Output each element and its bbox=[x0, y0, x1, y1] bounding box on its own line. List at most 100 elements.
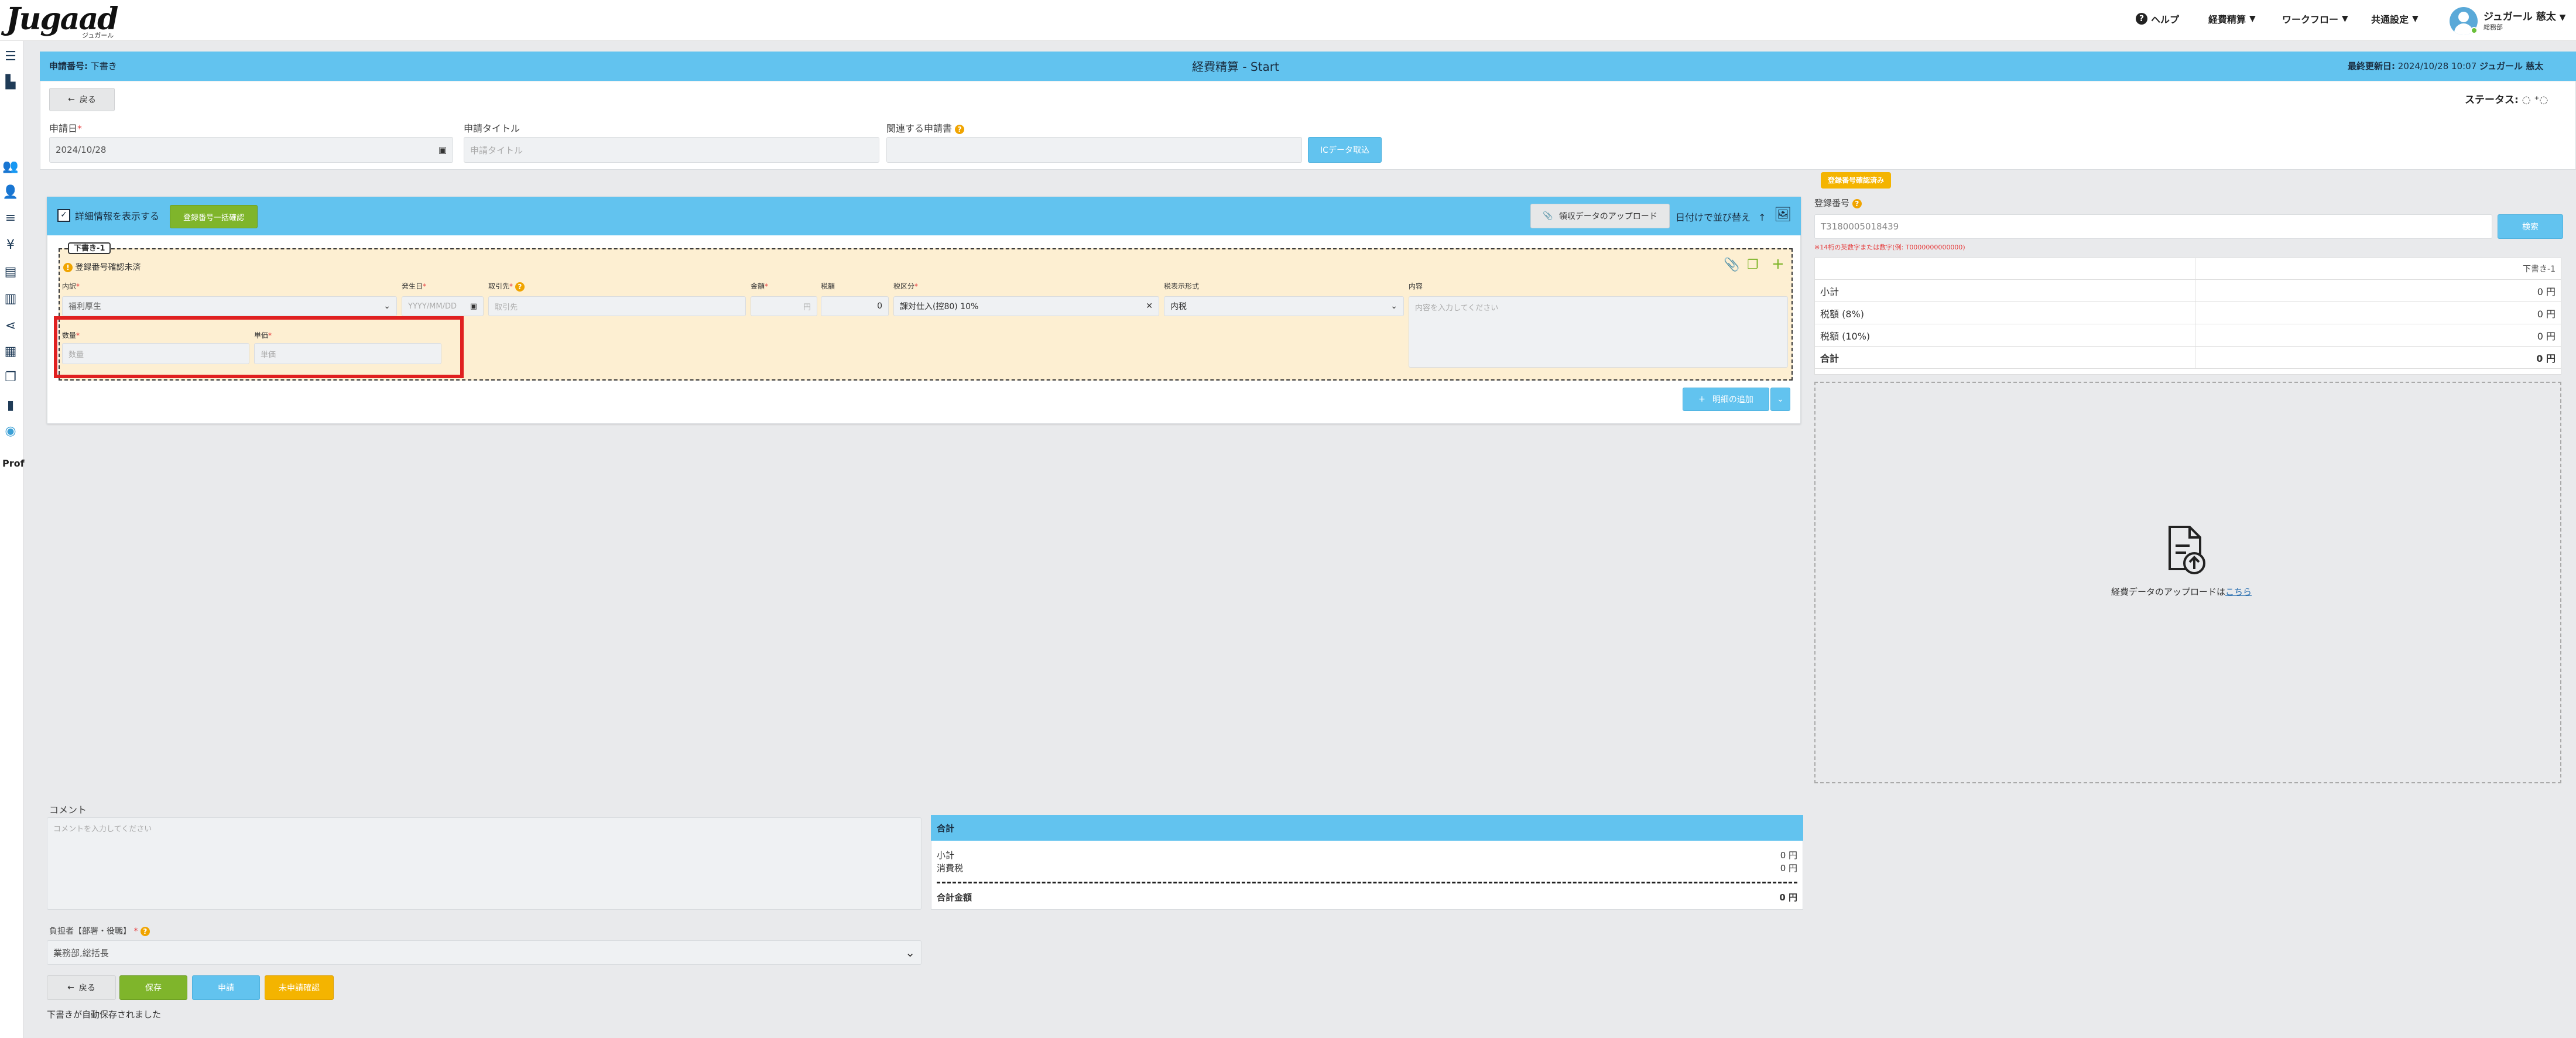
save-button[interactable]: 保存 bbox=[119, 975, 187, 1000]
registration-number-input[interactable]: T3180005018439 bbox=[1814, 214, 2492, 239]
workflow-menu-label: ワークフロー bbox=[2282, 14, 2339, 25]
subtotal-value: 0 円 bbox=[1780, 850, 1797, 861]
upload-link[interactable]: こちら bbox=[2225, 587, 2252, 597]
tax-display-select[interactable]: 内税 ⌄ bbox=[1164, 296, 1404, 316]
title-bar bbox=[40, 52, 2576, 81]
quantity-input[interactable]: 数量 bbox=[62, 343, 249, 364]
payee-input[interactable]: 取引先 bbox=[488, 296, 746, 316]
related-application-input[interactable] bbox=[886, 137, 1302, 163]
burden-select[interactable]: 業務部,総括長 ⌄ bbox=[47, 940, 922, 965]
chevron-down-icon: ⌄ bbox=[905, 945, 915, 960]
total-box-title: 合計 bbox=[937, 823, 955, 834]
warning-icon: ! bbox=[63, 263, 73, 272]
consumption-tax-label: 消費税 bbox=[937, 863, 964, 873]
menu-collapse-icon[interactable]: ☰ bbox=[2, 49, 19, 64]
tax-type-label: 税区分* bbox=[893, 282, 919, 290]
chevron-down-icon: ⌄ bbox=[383, 302, 390, 311]
building-icon[interactable]: ▙ bbox=[2, 75, 19, 90]
help-icon: ? bbox=[2136, 13, 2147, 25]
expense-menu[interactable]: 経費精算 ▼ bbox=[2208, 12, 2256, 26]
amount-label: 金額* bbox=[751, 282, 769, 290]
summary-row-tax8: 税額 (8%) 0 円 bbox=[1814, 302, 2561, 324]
unit-price-input[interactable]: 単価 bbox=[254, 343, 441, 364]
upload-instruction: 経費データのアップロードはこちら bbox=[2111, 587, 2252, 597]
add-icon[interactable]: + bbox=[1772, 255, 1784, 273]
summary-table-header: 下書き-1 bbox=[1814, 258, 2561, 280]
chevron-down-icon: ▼ bbox=[2249, 14, 2256, 23]
upload-receipt-button[interactable]: 📎 領収データのアップロード bbox=[1530, 204, 1670, 228]
users-icon[interactable]: 👥 bbox=[2, 159, 19, 174]
copy-icon[interactable]: ❐ bbox=[2, 370, 19, 385]
bulk-confirm-button[interactable]: 登録番号一括確認 bbox=[170, 205, 258, 228]
file-upload-icon bbox=[2166, 526, 2207, 575]
help-icon: ? bbox=[140, 927, 150, 936]
related-application-label: 関連する申請書 ? bbox=[886, 121, 965, 135]
help-menu-label: ヘルプ bbox=[2151, 14, 2180, 25]
add-detail-dropdown[interactable]: ⌄ bbox=[1770, 388, 1790, 411]
help-icon: ? bbox=[1852, 198, 1862, 208]
sort-by-date-button[interactable]: 日付けで並び替え ↑ bbox=[1676, 210, 1766, 224]
list-icon[interactable]: ≡ bbox=[2, 211, 19, 226]
calendar-icon: ▣ bbox=[470, 302, 477, 311]
workflow-menu[interactable]: ワークフロー ▼ bbox=[2282, 12, 2348, 26]
bottom-back-button[interactable]: ← 戻る bbox=[47, 975, 116, 1000]
item-select[interactable]: 福利厚生 ⌄ bbox=[62, 296, 397, 316]
autosave-message: 下書きが自動保存されました bbox=[47, 1009, 162, 1020]
calendar-icon: ▣ bbox=[438, 145, 447, 155]
online-status-dot bbox=[2471, 27, 2478, 34]
status-indicator: ステータス: ◌ ⁺◌ bbox=[2465, 94, 2548, 106]
add-detail-button[interactable]: + 明細の追加 bbox=[1683, 388, 1769, 411]
arrow-left-icon: ← bbox=[67, 983, 74, 992]
settings-menu-label: 共通設定 bbox=[2371, 14, 2409, 25]
arrow-up-icon: ↑ bbox=[1758, 212, 1766, 223]
application-title-input[interactable]: 申請タイトル bbox=[464, 137, 879, 163]
approve-check-button[interactable]: 未申請確認 bbox=[265, 975, 334, 1000]
ic-data-import-button[interactable]: ICデータ取込 bbox=[1308, 137, 1382, 163]
profile-icon[interactable]: ◉ bbox=[2, 424, 19, 439]
settings-menu[interactable]: 共通設定 ▼ bbox=[2371, 12, 2419, 26]
help-icon: ? bbox=[515, 282, 525, 292]
sidebar-profile-label[interactable]: Prof bbox=[2, 458, 25, 469]
receipt-icon[interactable]: ▥ bbox=[2, 292, 19, 307]
occurrence-date-input[interactable]: YYYY/MM/DD ▣ bbox=[402, 296, 484, 316]
top-header bbox=[0, 0, 2576, 41]
book-icon[interactable]: ▮ bbox=[2, 398, 19, 413]
total-divider bbox=[937, 882, 1797, 883]
subtotal-label: 小計 bbox=[937, 850, 955, 861]
help-menu[interactable]: ? ヘルプ bbox=[2136, 12, 2179, 26]
registration-confirmed-badge: 登録番号確認済み bbox=[1821, 172, 1892, 189]
paperclip-icon: 📎 bbox=[1543, 211, 1553, 221]
user-department: 総務部 bbox=[2483, 23, 2503, 31]
clear-icon: ✕ bbox=[1146, 302, 1153, 311]
show-detail-checkbox[interactable]: ✓ 詳細情報を表示する bbox=[57, 208, 159, 222]
comment-textarea[interactable]: コメントを入力してください bbox=[47, 817, 922, 910]
total-box-header bbox=[931, 815, 1803, 841]
yen-icon[interactable]: ¥ bbox=[2, 238, 19, 253]
apply-button[interactable]: 申請 bbox=[192, 975, 260, 1000]
registration-warning: ! 登録番号確認未済 bbox=[63, 261, 141, 273]
amount-input[interactable]: 円 bbox=[751, 296, 817, 316]
tax-amount-input[interactable]: 0 bbox=[821, 296, 889, 316]
upload-dropzone[interactable] bbox=[1814, 382, 2561, 783]
image-view-icon[interactable]: 🖼 bbox=[1774, 206, 1791, 222]
attachment-icon[interactable]: 📎 bbox=[1724, 258, 1739, 272]
registration-number-label: 登録番号 ? bbox=[1814, 197, 1862, 209]
share-icon[interactable]: ⋖ bbox=[2, 318, 19, 334]
back-button[interactable]: ← 戻る bbox=[49, 88, 115, 111]
content-textarea[interactable]: 内容を入力してください bbox=[1409, 296, 1788, 368]
search-button[interactable]: 検索 bbox=[2498, 214, 2563, 239]
tax-amount-label: 税額 bbox=[821, 282, 835, 290]
occurrence-date-label: 発生日* bbox=[402, 282, 427, 290]
user-name[interactable]: ジュガール 慈太 ▼ bbox=[2483, 8, 2565, 23]
item-label: 内訳* bbox=[62, 282, 80, 290]
user-group-icon[interactable]: 👤 bbox=[2, 185, 19, 200]
registration-number-note: ※14桁の英数字または数字(例: T0000000000000) bbox=[1814, 244, 1965, 251]
content-label: 内容 bbox=[1409, 282, 1423, 290]
tax-type-select[interactable]: 課対仕入(控80) 10% ✕ bbox=[893, 296, 1159, 316]
comment-label: コメント bbox=[49, 804, 87, 816]
document-icon[interactable]: ▤ bbox=[2, 265, 19, 280]
duplicate-icon[interactable]: ❐ bbox=[1747, 258, 1759, 272]
table-icon[interactable]: ▦ bbox=[2, 344, 19, 359]
unit-price-label: 単価* bbox=[254, 331, 272, 340]
application-date-input[interactable]: 2024/10/28 ▣ bbox=[49, 137, 453, 163]
